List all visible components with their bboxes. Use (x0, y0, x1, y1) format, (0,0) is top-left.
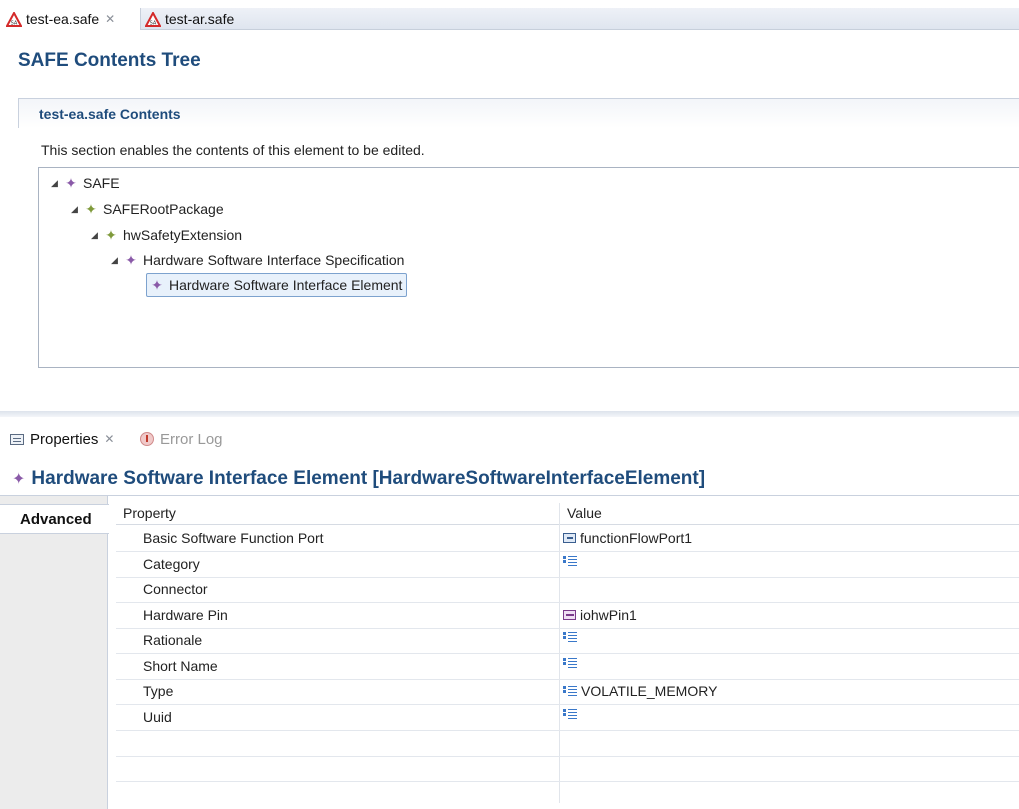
property-name: Connector (143, 581, 208, 597)
property-name: Uuid (143, 709, 172, 725)
svg-text:SA: SA (11, 20, 18, 26)
property-name: Type (143, 683, 174, 699)
property-name: Short Name (143, 658, 218, 674)
properties-side-tabs: Advanced (0, 496, 109, 809)
section-header[interactable]: test-ea.safe Contents (18, 98, 1019, 128)
side-tab-advanced[interactable]: Advanced (0, 504, 109, 534)
tab-label: Properties (30, 430, 99, 448)
properties-icon (10, 433, 24, 445)
editor-tab-label: test-ea.safe (26, 11, 100, 27)
tab-properties[interactable]: Properties ✕ (10, 429, 114, 449)
editor-title: SAFE Contents Tree (18, 50, 201, 71)
property-value[interactable]: iohwPin1 (563, 607, 637, 623)
text-icon (563, 709, 577, 719)
property-value[interactable]: functionFlowPort1 (563, 530, 692, 546)
tree-item-label: SAFE (83, 175, 120, 191)
svg-text:SA: SA (150, 20, 157, 26)
property-value[interactable] (563, 709, 581, 719)
property-name: Category (143, 556, 200, 572)
pin-icon (563, 610, 576, 620)
close-icon[interactable]: ✕ (104, 432, 114, 446)
purple-diamond-icon: ✦ (12, 471, 26, 488)
property-name: Hardware Pin (143, 607, 228, 623)
tree-item-label: hwSafetyExtension (123, 227, 243, 243)
tree-item-hw-sw-interface-specification[interactable]: ◢ ✦ Hardware Software Interface Specific… (111, 248, 404, 272)
close-icon[interactable]: ✕ (105, 12, 115, 26)
table-row-empty (116, 756, 1019, 782)
tree-item-hw-sw-interface-element[interactable]: ✦ Hardware Software Interface Element (146, 273, 408, 297)
expanded-arrow-icon[interactable]: ◢ (71, 204, 83, 215)
table-row[interactable]: Category (116, 552, 1019, 578)
property-value[interactable] (563, 556, 581, 566)
editor-tab-bar: SA test-ea.safe ✕ SA test-ar.safe (0, 0, 1019, 30)
tree-item-hwsafetyextension[interactable]: ◢ ✦ hwSafetyExtension (91, 223, 242, 247)
value-text: functionFlowPort1 (580, 530, 693, 546)
text-icon (563, 632, 577, 642)
table-row[interactable]: Type VOLATILE_MEMORY (116, 679, 1019, 705)
section-title: test-ea.safe Contents (39, 106, 181, 122)
table-row[interactable]: Short Name (116, 654, 1019, 680)
error-log-icon (140, 432, 154, 446)
tab-label: Error Log (160, 430, 223, 448)
column-header-value[interactable]: Value (567, 505, 602, 521)
text-icon (563, 658, 577, 668)
editor-tab-label: test-ar.safe (165, 11, 235, 27)
table-row[interactable]: Rationale (116, 628, 1019, 654)
safe-file-icon: SA (6, 11, 22, 27)
property-value[interactable]: VOLATILE_MEMORY (563, 683, 717, 699)
text-icon (563, 556, 577, 566)
view-tab-bar: Properties ✕ Error Log (0, 417, 1019, 461)
green-diamond-icon: ✦ (105, 226, 117, 243)
purple-diamond-icon: ✦ (65, 174, 77, 191)
table-header: Property Value (116, 503, 1019, 525)
value-text: iohwPin1 (580, 607, 637, 623)
section-description: This section enables the contents of thi… (41, 142, 425, 158)
table-row-empty (116, 731, 1019, 757)
expanded-arrow-icon[interactable]: ◢ (91, 230, 103, 241)
divider (0, 495, 1019, 496)
editor-tab-test-ar[interactable]: SA test-ar.safe (141, 8, 234, 30)
expanded-arrow-icon[interactable]: ◢ (51, 178, 63, 189)
purple-diamond-icon: ✦ (125, 251, 137, 268)
table-row[interactable]: Hardware Pin iohwPin1 (116, 603, 1019, 629)
table-row[interactable]: Basic Software Function Port functionFlo… (116, 526, 1019, 552)
property-value[interactable] (563, 632, 581, 642)
expanded-arrow-icon[interactable]: ◢ (111, 255, 123, 266)
text-icon (563, 686, 577, 696)
properties-title-text: Hardware Software Interface Element [Har… (31, 468, 706, 489)
property-value[interactable] (563, 658, 581, 668)
property-name: Basic Software Function Port (143, 530, 324, 546)
tree-item-label: Hardware Software Interface Specificatio… (143, 252, 405, 268)
port-icon (563, 533, 576, 543)
editor-tab-test-ea[interactable]: SA test-ea.safe ✕ (0, 8, 141, 30)
tree-item-label: Hardware Software Interface Element (169, 277, 403, 293)
value-text: VOLATILE_MEMORY (581, 683, 718, 699)
green-diamond-icon: ✦ (85, 200, 97, 217)
table-row[interactable]: Connector (116, 577, 1019, 603)
contents-tree[interactable]: ◢ ✦ SAFE ◢ ✦ SAFERootPackage ◢ ✦ hwSafet… (38, 167, 1019, 368)
tree-item-safe[interactable]: ◢ ✦ SAFE (51, 171, 120, 195)
table-row[interactable]: Uuid (116, 705, 1019, 731)
purple-diamond-icon: ✦ (151, 276, 163, 293)
tree-item-saferootpackage[interactable]: ◢ ✦ SAFERootPackage (71, 197, 224, 221)
safe-file-icon: SA (145, 11, 161, 27)
properties-title: ✦ Hardware Software Interface Element [Ha… (12, 468, 705, 490)
column-header-property[interactable]: Property (123, 505, 176, 521)
tab-error-log[interactable]: Error Log (140, 429, 223, 449)
property-name: Rationale (143, 632, 203, 648)
tree-item-label: SAFERootPackage (103, 201, 224, 217)
